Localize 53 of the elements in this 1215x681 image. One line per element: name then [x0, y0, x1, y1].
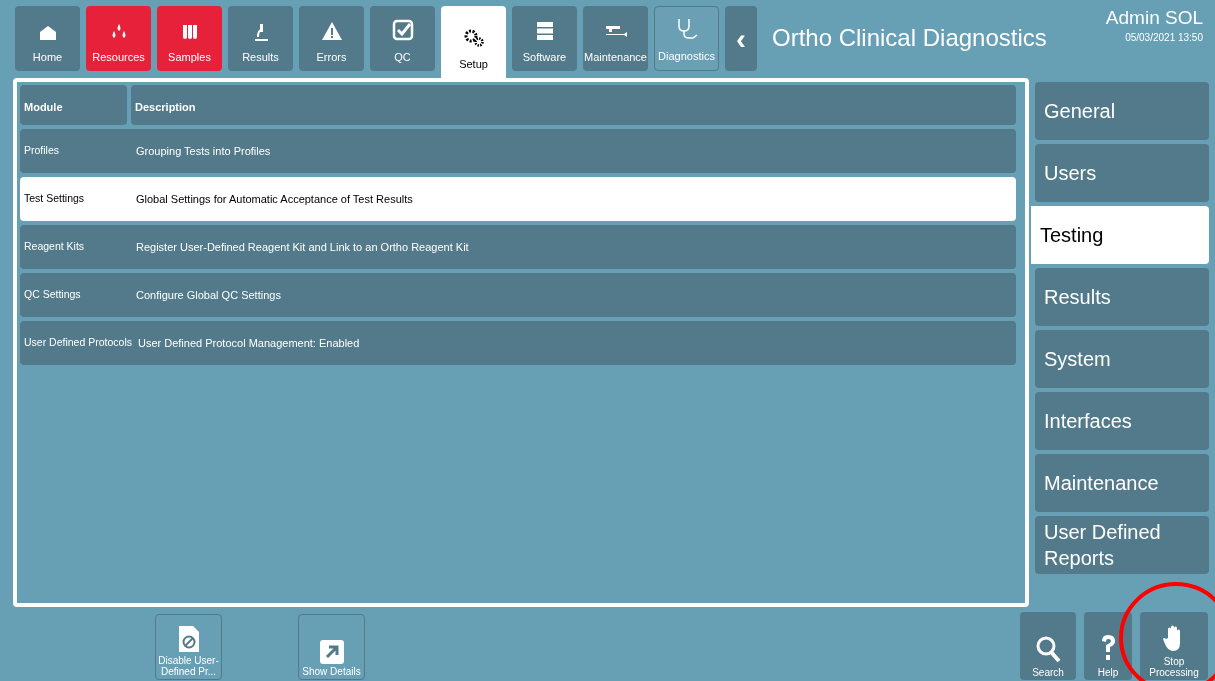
search-icon: [1035, 635, 1061, 663]
table-cell-text: Register User-Defined Reagent Kit and Link to an Ortho Reagent Kit: [135, 239, 469, 255]
nav-tab[interactable]: Setup: [441, 6, 506, 78]
sidebar-item[interactable]: User Defined Reports: [1035, 516, 1209, 574]
table-cell-text: User Defined Protocols: [23, 335, 133, 351]
table-cell-text: Global Settings for Automatic Acceptance of Test Results: [135, 191, 413, 207]
nav-tab[interactable]: QC: [370, 6, 435, 71]
table-cell-text: User Defined Protocol Management: Enabled: [136, 335, 360, 351]
gears-icon: [462, 27, 485, 48]
nav-tab[interactable]: Software: [512, 6, 577, 71]
sidebar-item[interactable]: Results: [1035, 268, 1209, 326]
back-button[interactable]: ‹: [725, 6, 757, 71]
column-header: Module: [20, 85, 127, 125]
sidebar-item[interactable]: General: [1035, 82, 1209, 140]
server-icon: [535, 20, 554, 41]
table-cell-text: Profiles: [23, 143, 60, 159]
tool-button[interactable]: Search: [1020, 612, 1076, 680]
table-row[interactable]: Reagent Kits Register User-Defined Reagent Kit and Link to an Ortho Reagent Kit: [20, 225, 1016, 269]
nav-tab[interactable]: Resources: [86, 6, 151, 71]
action-button[interactable]: Show Details: [298, 614, 365, 680]
nav-tab[interactable]: Errors: [299, 6, 364, 71]
action-button[interactable]: Disable User-Defined Pr...: [155, 614, 222, 680]
table-cell-text: Configure Global QC Settings: [135, 287, 281, 303]
nav-tab[interactable]: Maintenance: [583, 6, 648, 71]
house-icon: [38, 24, 57, 41]
nav-tab[interactable]: Samples: [157, 6, 222, 71]
table-row[interactable]: Test Settings Global Settings for Automatic Acceptance of Test Results: [20, 177, 1016, 221]
nav-tab[interactable]: Home: [15, 6, 80, 71]
tool-button[interactable]: Help: [1084, 612, 1132, 680]
document-block-icon: [177, 625, 200, 653]
column-header: Description: [131, 85, 1016, 125]
table-row[interactable]: Profiles Grouping Tests into Profiles: [20, 129, 1016, 173]
date-time: 05/03/2021 13:50: [1125, 30, 1203, 45]
table-row[interactable]: User Defined Protocols User Defined Protocol Management: Enabled: [20, 321, 1016, 365]
table-cell-text: Test Settings: [23, 191, 86, 207]
sidebar-item[interactable]: Interfaces: [1035, 392, 1209, 450]
warning-icon: [320, 20, 343, 41]
table-cell-text: Reagent Kits: [23, 239, 86, 255]
table-cell-text: QC Settings: [23, 287, 82, 303]
test-tubes-icon: [180, 22, 199, 41]
nav-tab[interactable]: Results: [228, 6, 293, 71]
table-row[interactable]: QC Settings Configure Global QC Settings: [20, 273, 1016, 317]
user-name: Admin SOL: [1105, 6, 1203, 30]
checkbox-icon: [391, 18, 414, 41]
sidebar-item[interactable]: System: [1035, 330, 1209, 388]
tool-button[interactable]: Stop Processing: [1140, 612, 1208, 680]
sidebar-item[interactable]: Users: [1035, 144, 1209, 202]
question-icon: [1099, 633, 1117, 663]
sidebar-item[interactable]: Testing: [1031, 206, 1209, 264]
table-cell-text: Grouping Tests into Profiles: [135, 143, 271, 159]
sidebar-item[interactable]: Maintenance: [1035, 454, 1209, 512]
app-title: Ortho Clinical Diagnostics: [772, 23, 1047, 53]
nav-tab[interactable]: Diagnostics: [654, 6, 719, 71]
